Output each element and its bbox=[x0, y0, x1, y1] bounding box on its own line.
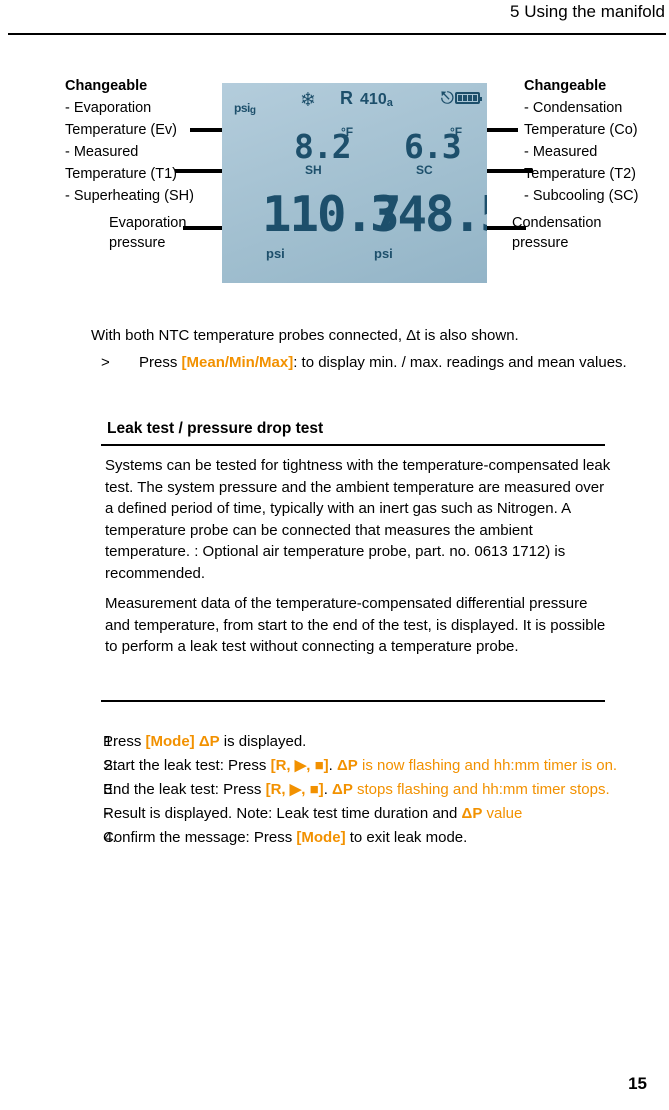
callout-right-line-2: Temperature (Co) bbox=[524, 122, 638, 138]
procedure-steps: 1. Press [Mode] ΔP is displayed. 2. Star… bbox=[0, 730, 669, 850]
section-heading-divider bbox=[101, 444, 605, 446]
step-1-seg3: is displayed. bbox=[219, 733, 307, 750]
step-result-text: Result is displayed. Note: Leak test tim… bbox=[103, 802, 669, 826]
step-2-seg2: . bbox=[328, 757, 338, 774]
lcd-subcool-unit: °F bbox=[450, 125, 463, 139]
step-3-text: End the leak test: Press [R, ▶, ■]. ΔP s… bbox=[103, 778, 669, 802]
battery-cells bbox=[458, 95, 477, 101]
step-3-delta-p: ΔP bbox=[332, 781, 353, 798]
callout-right-title: Changeable bbox=[524, 78, 607, 94]
lcd-condensation-pressure-unit: psi bbox=[374, 246, 393, 261]
step-1-number: 1. bbox=[104, 733, 117, 750]
lcd-display: psig ❄ R 410a ⎋ 8.2 °F SH 6.3 °F SC 110.… bbox=[222, 83, 487, 283]
battery-cell bbox=[458, 95, 462, 101]
lcd-unit-psig: psig bbox=[234, 101, 256, 116]
callout-left-line-5: - Superheating (SH) bbox=[65, 188, 194, 204]
lcd-evaporation-pressure-unit: psi bbox=[266, 246, 285, 261]
callout-right-line-1: - Condensation bbox=[524, 100, 623, 116]
callout-left: Changeable - Evaporation Temperature (Ev… bbox=[65, 75, 225, 207]
chapter-title: 5 Using the manifold bbox=[510, 2, 665, 21]
lcd-refrigerant-suffix: a bbox=[386, 97, 394, 109]
button-mode-exit[interactable]: [Mode] bbox=[296, 829, 345, 846]
lcd-superheat-unit: °F bbox=[341, 125, 354, 139]
step-result-seg1: Result is displayed. Note: Leak test tim… bbox=[103, 805, 462, 822]
leader-right-upper-horizontal-top bbox=[482, 128, 518, 132]
step-2: 2. Start the leak test: Press [R, ▶, ■].… bbox=[0, 754, 669, 778]
step-2-text: Start the leak test: Press [R, ▶, ■]. ΔP… bbox=[103, 754, 669, 778]
lcd-unit-psig-subscript: g bbox=[249, 105, 256, 116]
step-4-text: Confirm the message: Press [Mode] to exi… bbox=[103, 826, 669, 850]
snowflake-icon: ❄ bbox=[300, 89, 316, 111]
callout-right-line-3: - Measured bbox=[524, 144, 598, 160]
step-3-number: 3. bbox=[104, 781, 117, 798]
manifold-display-figure: Changeable - Evaporation Temperature (Ev… bbox=[0, 70, 669, 295]
page-number: 15 bbox=[628, 1074, 647, 1093]
bullet-text: Press [Mean/Min/Max]: to display min. / … bbox=[139, 352, 651, 373]
step-2-number: 2. bbox=[104, 757, 117, 774]
callout-right: Changeable - Condensation Temperature (C… bbox=[524, 75, 669, 207]
step-3-orange-tail: stops flashing and hh:mm timer stops. bbox=[352, 781, 610, 798]
button-r-play-stop[interactable]: [R, ▶, ■] bbox=[271, 757, 329, 774]
lcd-refrigerant-prefix: R bbox=[340, 88, 354, 108]
step-2-orange-tail: is now flashing and hh:mm timer is on. bbox=[357, 757, 618, 774]
bullet-item-mean-min-max: > Press [Mean/Min/Max]: to display min. … bbox=[91, 352, 651, 373]
page-header: 5 Using the manifold bbox=[0, 0, 669, 36]
step-4: 4. Confirm the message: Press [Mode] to … bbox=[0, 826, 669, 850]
step-2-delta-p: ΔP bbox=[337, 757, 358, 774]
bluetooth-icon: ⎋ bbox=[441, 88, 454, 107]
lcd-refrigerant-type: R 410a bbox=[340, 88, 394, 109]
battery-cell bbox=[463, 95, 467, 101]
lcd-unit-psig-text: psi bbox=[234, 101, 250, 115]
lcd-condensation-pressure-value: 348.5 bbox=[370, 186, 487, 243]
callout-left-line-1: - Evaporation bbox=[65, 100, 152, 116]
leader-right-upper-horizontal-bottom bbox=[482, 169, 533, 173]
step-3-seg2: . bbox=[323, 781, 333, 798]
leak-test-description: Systems can be tested for tightness with… bbox=[105, 455, 611, 658]
intro-paragraph: With both NTC temperature probes connect… bbox=[91, 327, 519, 344]
lcd-refrigerant-number: 410 bbox=[360, 91, 387, 108]
button-mode[interactable]: [Mode] bbox=[146, 733, 195, 750]
callout-left-title: Changeable bbox=[65, 78, 148, 94]
step-result-orange-tail: value bbox=[482, 805, 523, 822]
step-result-marker: - bbox=[104, 805, 109, 822]
leader-left-upper-horizontal-bottom bbox=[175, 169, 226, 173]
step-result-delta-p: ΔP bbox=[461, 805, 483, 822]
button-r-play-stop-end[interactable]: [R, ▶, ■] bbox=[266, 781, 324, 798]
step-4-seg1: Confirm the message: Press bbox=[103, 829, 297, 846]
callout-left-line-4: Temperature (T1) bbox=[65, 166, 178, 182]
button-mean-min-max[interactable]: [Mean/Min/Max] bbox=[182, 354, 294, 371]
battery-cell bbox=[468, 95, 472, 101]
battery-cell bbox=[473, 95, 477, 101]
step-1: 1. Press [Mode] ΔP is displayed. bbox=[0, 730, 669, 754]
step-4-seg2: to exit leak mode. bbox=[345, 829, 468, 846]
bullet-marker: > bbox=[101, 354, 110, 371]
step-result: - Result is displayed. Note: Leak test t… bbox=[0, 802, 669, 826]
step-1-delta-p: ΔP bbox=[198, 733, 220, 750]
leak-test-paragraph-1: Systems can be tested for tightness with… bbox=[105, 457, 611, 582]
step-3: 3. End the leak test: Press [R, ▶, ■]. Δ… bbox=[0, 778, 669, 802]
bullet-suffix: : to display min. / max. readings and me… bbox=[293, 354, 627, 371]
callout-left-line-3: - Measured bbox=[65, 144, 139, 160]
leader-label-condensation-pressure: Condensation pressure bbox=[512, 215, 602, 251]
lcd-superheat-label: SH bbox=[305, 163, 322, 177]
step-4-number: 4. bbox=[104, 829, 117, 846]
battery-full-icon bbox=[455, 92, 482, 104]
step-1-text: Press [Mode] ΔP is displayed. bbox=[103, 730, 669, 754]
lcd-subcool-label: SC bbox=[416, 163, 433, 177]
section-heading-leak-test: Leak test / pressure drop test bbox=[107, 420, 324, 437]
leak-test-description-divider bbox=[101, 700, 605, 702]
bullet-prefix: Press bbox=[139, 354, 182, 371]
callout-right-line-5: - Subcooling (SC) bbox=[524, 188, 639, 204]
leader-left-upper-horizontal-top bbox=[190, 128, 226, 132]
callout-right-line-4: Temperature (T2) bbox=[524, 166, 637, 182]
leak-test-paragraph-2: Measurement data of the temperature-comp… bbox=[105, 595, 606, 655]
header-divider bbox=[8, 33, 666, 35]
leader-label-evaporation-pressure: Evaporation pressure bbox=[109, 215, 187, 251]
